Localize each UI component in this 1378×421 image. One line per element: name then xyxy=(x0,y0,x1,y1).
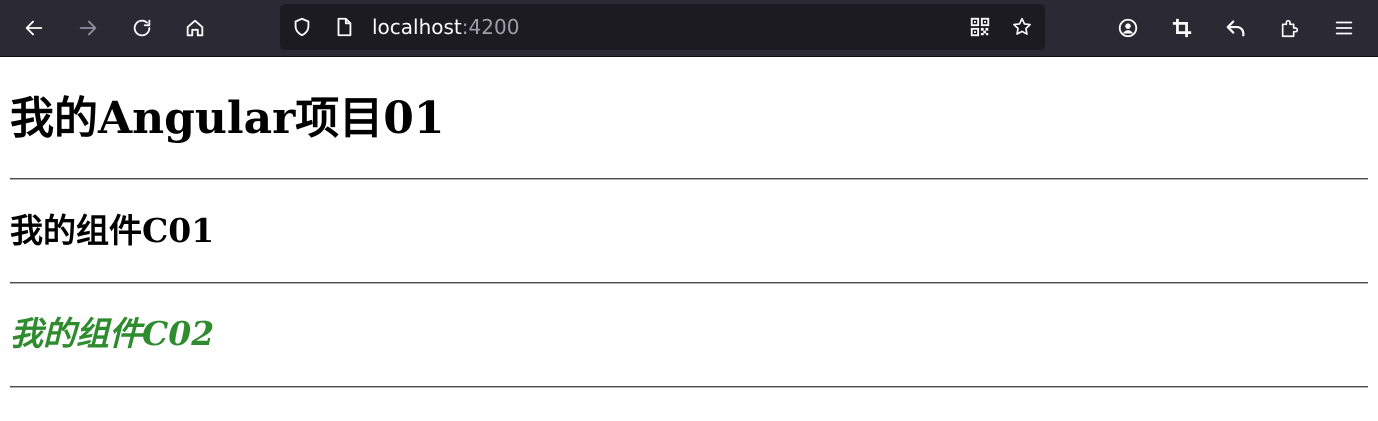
screenshot-crop-icon xyxy=(1172,18,1192,38)
page-title: 我的Angular项目01 xyxy=(10,93,445,144)
url-text[interactable]: localhost:4200 xyxy=(372,15,519,39)
extensions-puzzle-icon xyxy=(1281,19,1299,38)
extensions-button[interactable] xyxy=(1272,10,1308,46)
reload-button[interactable] xyxy=(124,10,160,46)
tracking-protection-button[interactable] xyxy=(290,15,314,39)
divider-1 xyxy=(10,178,1368,180)
divider-3 xyxy=(10,386,1368,388)
account-button[interactable] xyxy=(1110,10,1146,46)
bookmark-star-icon xyxy=(1013,17,1031,35)
home-button[interactable] xyxy=(177,10,213,46)
browser-toolbar: localhost:4200 xyxy=(0,0,1378,57)
account-icon xyxy=(1118,18,1138,38)
forward-button[interactable] xyxy=(70,10,106,46)
qr-code-icon xyxy=(970,17,990,37)
undo-button[interactable] xyxy=(1218,10,1254,46)
url-bar[interactable]: localhost:4200 xyxy=(280,4,1045,50)
site-info-button[interactable] xyxy=(332,15,356,39)
app-menu-button[interactable] xyxy=(1326,10,1362,46)
back-button[interactable] xyxy=(16,10,52,46)
reload-icon xyxy=(133,19,151,37)
url-host: localhost xyxy=(372,15,462,39)
page-icon xyxy=(337,17,352,37)
hamburger-menu-icon xyxy=(1335,21,1353,35)
component-c02-title: 我的组件C02 xyxy=(10,314,215,353)
forward-arrow-icon xyxy=(79,20,97,36)
qr-code-button[interactable] xyxy=(968,15,992,39)
undo-arrow-icon xyxy=(1226,20,1245,37)
back-arrow-icon xyxy=(25,20,43,36)
bookmark-button[interactable] xyxy=(1010,15,1034,39)
screenshot-button[interactable] xyxy=(1164,10,1200,46)
component-c01-title: 我的组件C01 xyxy=(10,211,215,250)
shield-icon xyxy=(294,17,310,37)
divider-2 xyxy=(10,282,1368,284)
home-icon xyxy=(186,19,204,37)
url-port: :4200 xyxy=(461,15,520,39)
